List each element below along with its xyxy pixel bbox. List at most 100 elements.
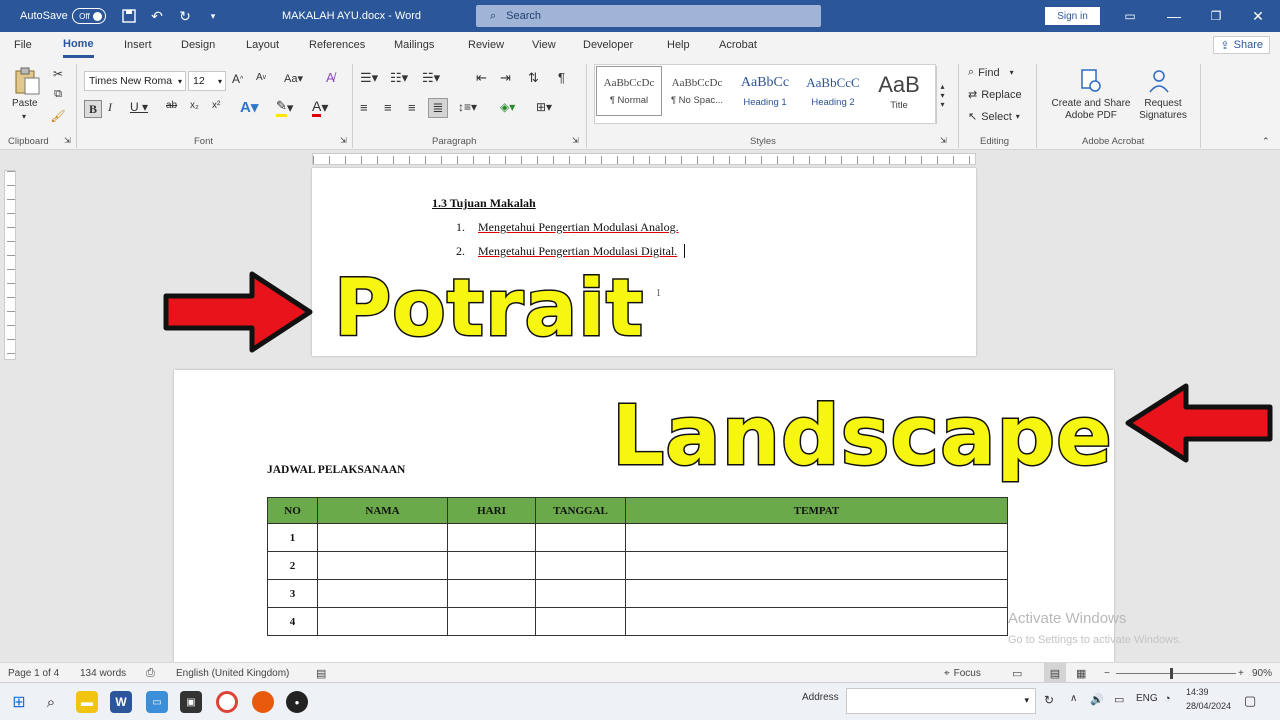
tab-insert[interactable]: Insert xyxy=(124,32,152,58)
word-count[interactable]: 134 words xyxy=(80,663,126,683)
tab-help[interactable]: Help xyxy=(667,32,690,58)
obs-icon[interactable]: ● xyxy=(286,691,308,713)
change-case-icon[interactable]: Aa▾ xyxy=(284,72,303,85)
table-row[interactable]: 4 xyxy=(267,607,1008,636)
copy-icon[interactable]: ⧉ xyxy=(50,86,66,102)
search-box[interactable]: ⌕ Search xyxy=(476,5,821,27)
autosave-control[interactable]: AutoSave Off xyxy=(20,0,106,32)
language-indicator[interactable]: English (United Kingdom) xyxy=(176,663,289,683)
grow-font-icon[interactable]: A ^ xyxy=(232,72,243,86)
close-icon[interactable]: ✕ xyxy=(1236,0,1280,32)
web-layout-icon[interactable]: ▦ xyxy=(1076,663,1086,683)
address-input[interactable]: ▾ xyxy=(846,688,1036,714)
autosave-toggle[interactable]: Off xyxy=(71,8,106,24)
tab-mailings[interactable]: Mailings xyxy=(394,32,434,58)
chrome-icon[interactable] xyxy=(216,691,238,713)
paste-dropdown-icon[interactable]: ▾ xyxy=(22,112,26,121)
zoom-slider-thumb[interactable] xyxy=(1170,667,1173,679)
ribbon-display-icon[interactable]: ▭ xyxy=(1108,0,1152,32)
tab-view[interactable]: View xyxy=(532,32,556,58)
align-center-icon[interactable]: ≡ xyxy=(384,100,392,115)
word-app-icon[interactable]: W xyxy=(110,691,132,713)
wifi-icon[interactable]: ◔ xyxy=(1164,693,1171,705)
font-launcher-icon[interactable]: ⇲ xyxy=(340,136,347,145)
bullets-icon[interactable]: ☰▾ xyxy=(360,70,378,86)
table-cell[interactable] xyxy=(447,523,536,552)
clear-formatting-icon[interactable]: A̸ xyxy=(326,70,335,85)
sort-icon[interactable]: ⇅ xyxy=(528,70,539,86)
subscript-button[interactable]: x₂ xyxy=(190,100,199,111)
tab-review[interactable]: Review xyxy=(468,32,504,58)
table-cell[interactable] xyxy=(447,551,536,580)
tab-developer[interactable]: Developer xyxy=(583,32,633,58)
style-no-spacing[interactable]: AaBbCcDc ¶ No Spac... xyxy=(664,66,730,116)
shrink-font-icon[interactable]: Av xyxy=(256,72,266,83)
table-row[interactable]: 1 xyxy=(267,523,1008,552)
increase-indent-icon[interactable]: ⇥ xyxy=(500,70,511,86)
focus-button[interactable]: ⌖ Focus xyxy=(944,663,981,683)
style-normal[interactable]: AaBbCcDc ¶ Normal xyxy=(596,66,662,116)
tab-acrobat[interactable]: Acrobat xyxy=(719,32,757,58)
refresh-icon[interactable]: ↻ xyxy=(1044,693,1054,707)
tab-file[interactable]: File xyxy=(14,32,32,58)
display-settings-icon[interactable]: ▭ xyxy=(146,691,168,713)
request-signatures-icon[interactable] xyxy=(1146,66,1172,96)
network-icon[interactable]: ▭ xyxy=(1114,693,1124,706)
tab-references[interactable]: References xyxy=(309,32,365,58)
underline-button[interactable]: U ▾ xyxy=(130,100,148,114)
minimize-icon[interactable]: — xyxy=(1152,0,1196,32)
table-cell[interactable] xyxy=(625,579,1008,608)
table-cell[interactable] xyxy=(535,579,626,608)
start-icon[interactable]: ⊞ xyxy=(8,691,30,713)
tray-overflow-icon[interactable]: ∧ xyxy=(1070,693,1077,704)
search-icon[interactable]: ⌕ xyxy=(40,691,62,713)
zoom-out-icon[interactable]: − xyxy=(1104,663,1110,683)
table-cell[interactable] xyxy=(535,551,626,580)
table-cell[interactable] xyxy=(625,607,1008,636)
font-color-icon[interactable]: A ▾ xyxy=(312,98,328,117)
sign-in-button[interactable]: Sign in xyxy=(1045,7,1100,25)
table-cell[interactable] xyxy=(317,607,448,636)
numbering-icon[interactable]: ☷▾ xyxy=(390,70,408,86)
decrease-indent-icon[interactable]: ⇤ xyxy=(476,70,487,86)
style-heading-1[interactable]: AaBbCc Heading 1 xyxy=(732,66,798,116)
paste-label[interactable]: Paste xyxy=(12,98,38,109)
style-title[interactable]: AaB Title xyxy=(866,66,932,116)
page-count[interactable]: Page 1 of 4 xyxy=(8,663,59,683)
table-cell[interactable] xyxy=(447,579,536,608)
table-cell[interactable] xyxy=(625,551,1008,580)
align-right-icon[interactable]: ≡ xyxy=(408,100,416,115)
zoom-slider[interactable] xyxy=(1116,663,1236,683)
styles-launcher-icon[interactable]: ⇲ xyxy=(940,136,947,145)
table-cell[interactable] xyxy=(317,551,448,580)
line-spacing-icon[interactable]: ↕≡▾ xyxy=(458,100,477,114)
table-cell[interactable] xyxy=(317,523,448,552)
print-layout-icon[interactable]: ▤ xyxy=(1044,663,1066,683)
table-row[interactable]: 3 xyxy=(267,579,1008,608)
table-cell[interactable] xyxy=(317,579,448,608)
replace-button[interactable]: ⇄ Replace xyxy=(968,88,1022,102)
table-cell[interactable] xyxy=(447,607,536,636)
font-size-combo[interactable]: 12 ▾ xyxy=(188,71,226,91)
font-name-combo[interactable]: Times New Roma ▾ xyxy=(84,71,186,91)
superscript-button[interactable]: x² xyxy=(212,100,220,111)
cut-icon[interactable]: ✂ xyxy=(50,66,66,82)
style-heading-2[interactable]: AaBbCcC Heading 2 xyxy=(800,66,866,116)
collapse-ribbon-icon[interactable]: ⌃ xyxy=(1262,136,1270,147)
clock-date[interactable]: 28/04/2024 xyxy=(1186,701,1231,711)
read-mode-icon[interactable]: ▭ xyxy=(1012,663,1022,683)
request-signatures-label[interactable]: Request Signatures xyxy=(1134,98,1192,122)
align-left-icon[interactable]: ≡ xyxy=(360,100,368,115)
horizontal-ruler[interactable] xyxy=(312,153,976,165)
shading-icon[interactable]: ◈▾ xyxy=(500,100,515,114)
volume-icon[interactable]: 🔊 xyxy=(1090,693,1104,706)
select-button[interactable]: ↖ Select ▾ xyxy=(968,110,1020,124)
table-row[interactable]: 2 xyxy=(267,551,1008,580)
clipboard-launcher-icon[interactable]: ⇲ xyxy=(64,136,71,145)
customize-toolbar-icon[interactable]: ▾ xyxy=(204,7,222,25)
zoom-in-icon[interactable]: + xyxy=(1238,663,1244,683)
text-effects-icon[interactable]: A▾ xyxy=(240,98,258,116)
highlight-icon[interactable]: ✎ ▾ xyxy=(276,98,293,117)
language-tray[interactable]: ENG xyxy=(1136,693,1158,704)
notifications-icon[interactable]: ▢ xyxy=(1244,693,1256,709)
